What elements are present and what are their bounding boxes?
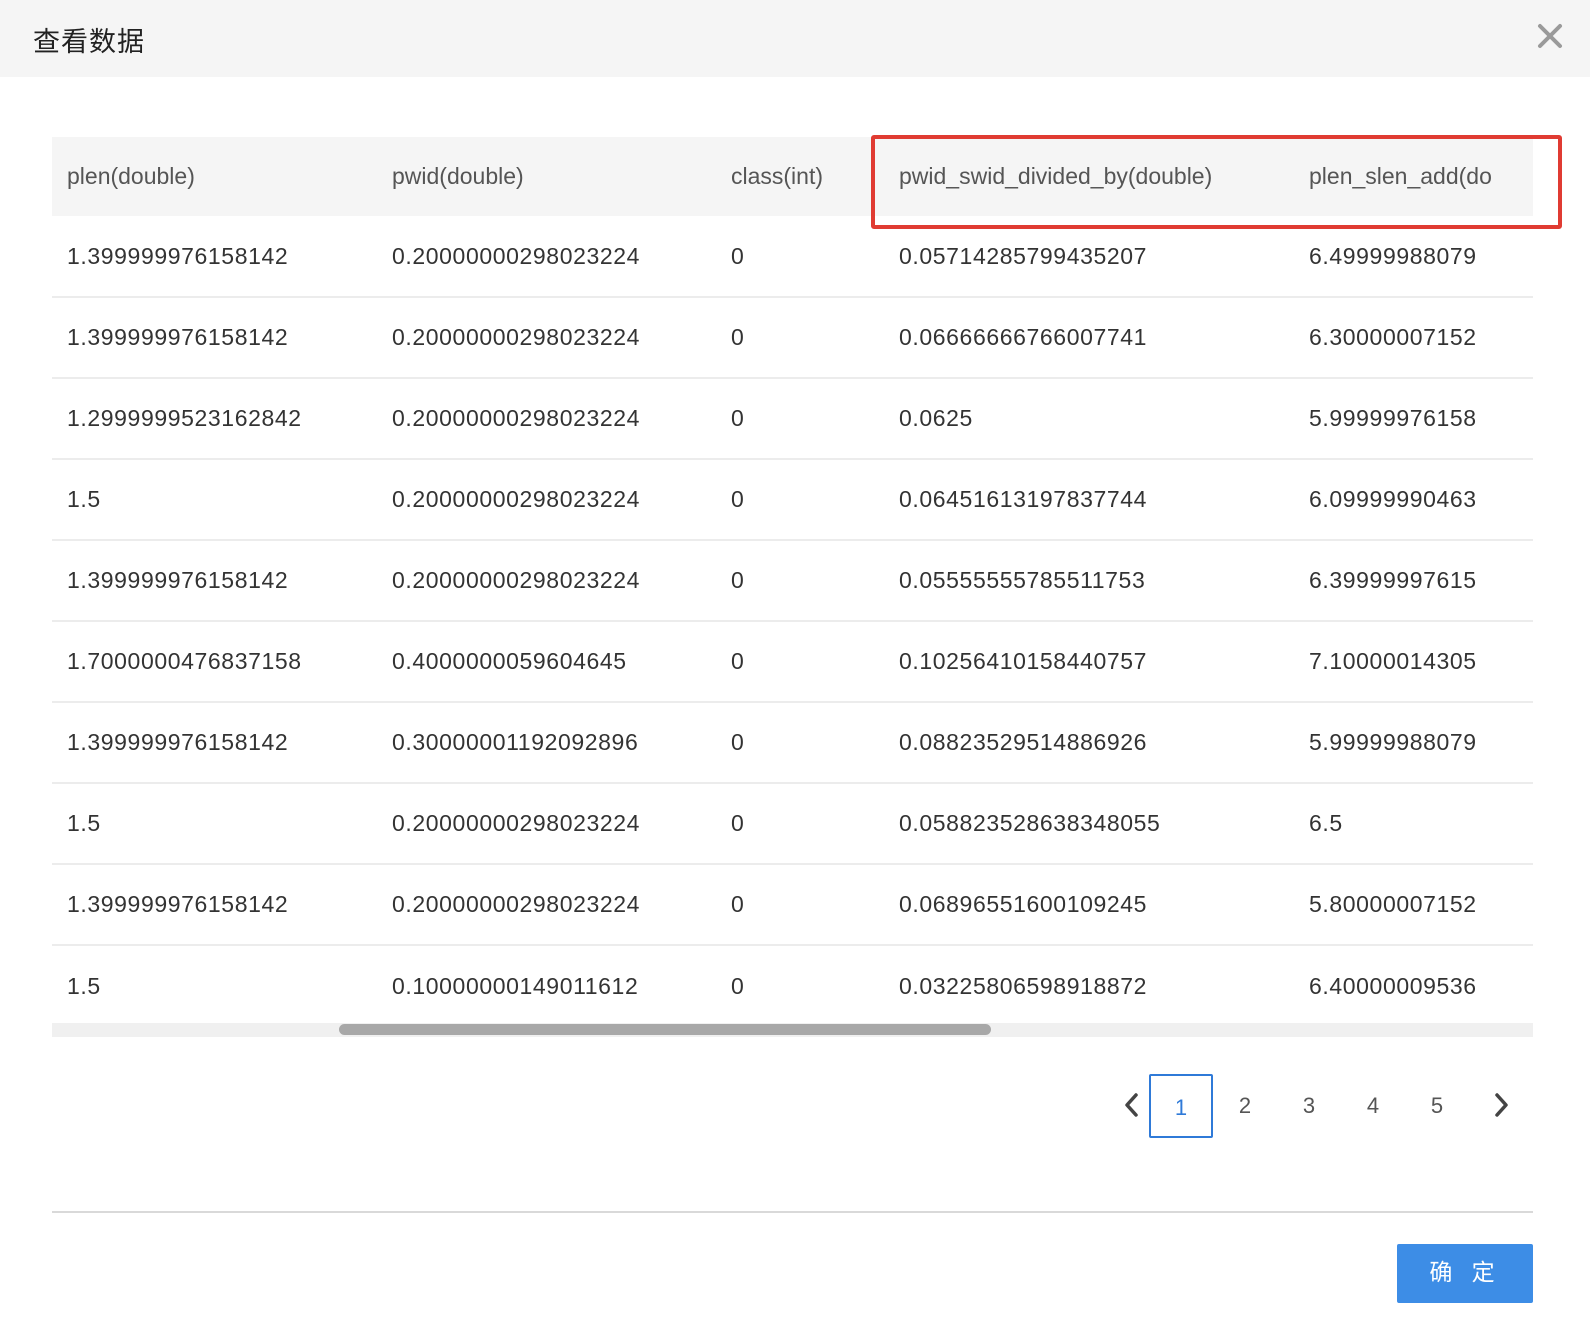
table-cell: 0.05714285799435207 bbox=[899, 242, 1148, 269]
table-cell: 0.05555555785511753 bbox=[899, 567, 1146, 593]
table-cell: 1.7000000476837158 bbox=[67, 648, 302, 674]
table-row: 1.5 0.10000000149011612 0 0.032258065989… bbox=[52, 945, 1533, 1026]
table-cell: 0.20000000298023224 bbox=[392, 486, 641, 512]
column-header-pwid-swid-divided-by: pwid_swid_divided_by(double) bbox=[899, 163, 1213, 189]
table-cell: 6.40000009536 bbox=[1309, 972, 1477, 999]
table-cell: 1.399999976158142 bbox=[67, 324, 289, 350]
table-cell: 0.03225806598918872 bbox=[899, 972, 1148, 999]
table-cell: 1.399999976158142 bbox=[67, 729, 289, 755]
table-cell: 0 bbox=[731, 567, 745, 593]
table-cell: 0.4000000059604645 bbox=[392, 648, 627, 674]
table-cell: 0.08823529514886926 bbox=[899, 729, 1148, 755]
table-cell: 0 bbox=[731, 648, 745, 674]
table-cell: 0 bbox=[731, 729, 745, 755]
table-cell: 5.99999988079 bbox=[1309, 729, 1477, 755]
table-cell: 0.20000000298023224 bbox=[392, 891, 641, 917]
table-cell: 0.20000000298023224 bbox=[392, 242, 641, 269]
confirm-button[interactable]: 确 定 bbox=[1397, 1244, 1533, 1303]
table-cell: 0.20000000298023224 bbox=[392, 405, 641, 431]
table-cell: 6.30000007152 bbox=[1309, 324, 1477, 350]
table-cell: 1.2999999523162842 bbox=[67, 405, 302, 431]
table-row: 1.399999976158142 0.30000001192092896 0 … bbox=[52, 702, 1533, 783]
page-4-button[interactable]: 4 bbox=[1341, 1074, 1405, 1138]
chevron-left-icon bbox=[1125, 1093, 1138, 1117]
column-header-pwid: pwid(double) bbox=[392, 163, 524, 189]
table-cell: 0.30000001192092896 bbox=[392, 729, 639, 755]
table-cell: 0.20000000298023224 bbox=[392, 324, 641, 350]
close-icon bbox=[1538, 24, 1562, 48]
table-row: 1.7000000476837158 0.4000000059604645 0 … bbox=[52, 621, 1533, 702]
table-header-row: plen(double) pwid(double) class(int) pwi… bbox=[52, 137, 1533, 216]
column-header-plen-slen-add: plen_slen_add(do bbox=[1309, 163, 1492, 189]
table-cell: 1.399999976158142 bbox=[67, 567, 289, 593]
table-cell: 0 bbox=[731, 324, 745, 350]
table-cell: 0 bbox=[731, 405, 745, 431]
dialog-header: 查看数据 bbox=[0, 0, 1590, 77]
table-cell: 0 bbox=[731, 486, 745, 512]
dialog-title: 查看数据 bbox=[33, 27, 145, 58]
data-table-container[interactable]: plen(double) pwid(double) class(int) pwi… bbox=[52, 137, 1533, 1050]
page-1-button[interactable]: 1 bbox=[1149, 1074, 1213, 1138]
table-cell: 0.058823528638348055 bbox=[899, 810, 1161, 836]
table-cell: 6.39999997615 bbox=[1309, 567, 1477, 593]
page-3-button[interactable]: 3 bbox=[1277, 1074, 1341, 1138]
table-cell: 0.10256410158440757 bbox=[899, 648, 1148, 674]
data-table: plen(double) pwid(double) class(int) pwi… bbox=[52, 137, 1533, 1026]
table-cell: 6.09999990463 bbox=[1309, 486, 1477, 512]
table-cell: 0.10000000149011612 bbox=[392, 972, 639, 999]
table-cell: 7.10000014305 bbox=[1309, 648, 1477, 674]
close-button[interactable] bbox=[1534, 20, 1566, 52]
horizontal-scrollbar[interactable] bbox=[52, 1023, 1533, 1037]
table-row: 1.5 0.20000000298023224 0 0.064516131978… bbox=[52, 459, 1533, 540]
table-row: 1.399999976158142 0.20000000298023224 0 … bbox=[52, 297, 1533, 378]
table-cell: 6.49999988079 bbox=[1309, 242, 1477, 269]
table-cell: 0.0625 bbox=[899, 405, 973, 431]
table-cell: 1.5 bbox=[67, 972, 101, 999]
footer-divider bbox=[52, 1211, 1533, 1213]
table-cell: 0.20000000298023224 bbox=[392, 567, 641, 593]
table-cell: 1.5 bbox=[67, 486, 101, 512]
page-2-button[interactable]: 2 bbox=[1213, 1074, 1277, 1138]
table-cell: 0 bbox=[731, 891, 745, 917]
table-cell: 1.399999976158142 bbox=[67, 242, 289, 269]
table-cell: 0 bbox=[731, 242, 745, 269]
data-dialog: 查看数据 plen(double) pwid(double) class(int… bbox=[0, 0, 1590, 1324]
next-page-button[interactable] bbox=[1469, 1074, 1533, 1138]
chevron-right-icon bbox=[1495, 1093, 1508, 1117]
table-cell: 1.5 bbox=[67, 810, 101, 836]
column-header-plen: plen(double) bbox=[67, 163, 195, 189]
table-row: 1.2999999523162842 0.20000000298023224 0… bbox=[52, 378, 1533, 459]
table-cell: 0.06896551600109245 bbox=[899, 891, 1148, 917]
table-cell: 0.06666666766007741 bbox=[899, 324, 1148, 350]
table-cell: 0.06451613197837744 bbox=[899, 486, 1148, 512]
table-cell: 0 bbox=[731, 972, 745, 999]
table-row: 1.5 0.20000000298023224 0 0.058823528638… bbox=[52, 783, 1533, 864]
column-header-class: class(int) bbox=[731, 163, 824, 189]
scrollbar-thumb[interactable] bbox=[339, 1024, 991, 1035]
page-5-button[interactable]: 5 bbox=[1405, 1074, 1469, 1138]
table-cell: 5.80000007152 bbox=[1309, 891, 1477, 917]
table-cell: 0.20000000298023224 bbox=[392, 810, 641, 836]
table-cell: 1.399999976158142 bbox=[67, 891, 289, 917]
table-row: 1.399999976158142 0.20000000298023224 0 … bbox=[52, 216, 1533, 297]
table-cell: 0 bbox=[731, 810, 745, 836]
table-row: 1.399999976158142 0.20000000298023224 0 … bbox=[52, 540, 1533, 621]
table-row: 1.399999976158142 0.20000000298023224 0 … bbox=[52, 864, 1533, 945]
table-cell: 6.5 bbox=[1309, 810, 1343, 836]
table-cell: 5.99999976158 bbox=[1309, 405, 1477, 431]
